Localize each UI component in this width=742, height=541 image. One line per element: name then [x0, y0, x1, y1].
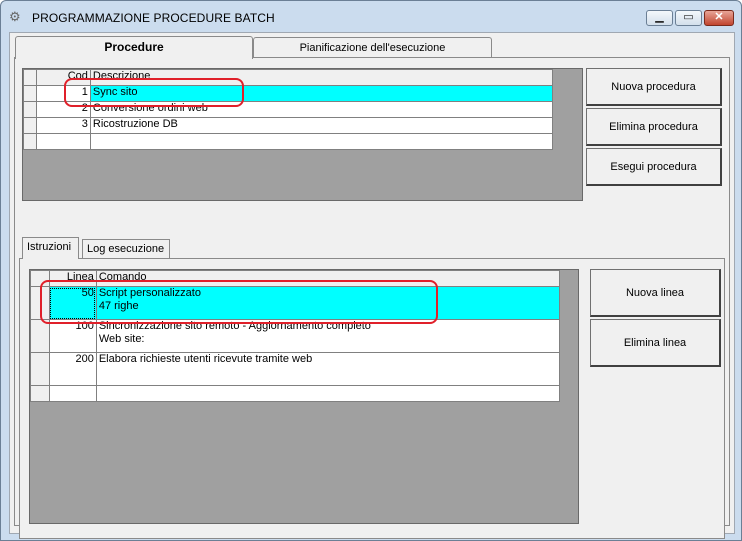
empty-cell[interactable] [95, 385, 561, 402]
instruction-row[interactable]: 200 Elabora richieste utenti ricevute tr… [30, 352, 561, 386]
run-procedure-label: Esegui procedura [610, 161, 697, 173]
instructions-grid[interactable]: Linea Comando 50 Script personalizzato 4… [29, 269, 579, 524]
instruction-comando-line1: Elabora richieste utenti ricevute tramit… [98, 353, 313, 366]
procedure-cod: 1 [35, 85, 91, 102]
delete-line-label: Elimina linea [623, 337, 687, 349]
instruction-linea: 50 [48, 286, 97, 320]
row-selector[interactable] [23, 85, 37, 102]
new-procedure-label: Nuova procedura [611, 81, 696, 93]
row-selector[interactable] [30, 385, 50, 402]
title-bar[interactable]: ⚙ PROGRAMMAZIONE PROCEDURE BATCH ▁ ▭ ✕ [1, 1, 741, 33]
instruction-linea: 100 [48, 319, 97, 353]
tab-istruzioni[interactable]: Istruzioni [22, 237, 79, 259]
instruction-comando-line2: 47 righe [98, 300, 139, 312]
column-header-linea[interactable]: Linea [48, 270, 97, 287]
tab-log-esecuzione[interactable]: Log esecuzione [82, 239, 170, 260]
close-button[interactable]: ✕ [704, 10, 734, 26]
procedure-row[interactable]: 2 Conversione ordini web [23, 101, 554, 118]
procedure-cod: 3 [35, 117, 91, 134]
instruction-comando-line1: Sincronizzazione sito remoto - Aggiornam… [98, 320, 371, 333]
row-header-corner [23, 69, 37, 86]
procedure-row[interactable]: 3 Ricostruzione DB [23, 117, 554, 134]
procedure-descrizione[interactable]: Conversione ordini web [89, 101, 554, 118]
procedure-descrizione[interactable]: Ricostruzione DB [89, 117, 554, 134]
row-selector[interactable] [30, 319, 50, 353]
new-procedure-button[interactable]: Nuova procedura [586, 68, 722, 106]
row-header-corner [30, 270, 50, 287]
procedure-row-empty[interactable] [23, 133, 554, 150]
procedures-header-row: Cod Descrizione [23, 69, 554, 86]
window-title: PROGRAMMAZIONE PROCEDURE BATCH [32, 11, 275, 25]
maximize-button[interactable]: ▭ [675, 10, 702, 26]
row-selector[interactable] [30, 352, 50, 386]
column-header-comando[interactable]: Comando [95, 270, 561, 287]
instruction-comando[interactable]: Script personalizzato 47 righe [95, 286, 561, 320]
column-header-descrizione[interactable]: Descrizione [89, 69, 554, 86]
instruction-comando[interactable]: Elabora richieste utenti ricevute tramit… [95, 352, 561, 386]
instruction-row[interactable]: 50 Script personalizzato 47 righe [30, 286, 561, 320]
row-selector[interactable] [23, 117, 37, 134]
empty-cell[interactable] [48, 385, 97, 402]
instruction-linea: 200 [48, 352, 97, 386]
instruction-row[interactable]: 100 Sincronizzazione sito remoto - Aggio… [30, 319, 561, 353]
instructions-header-row: Linea Comando [30, 270, 561, 287]
empty-cell[interactable] [35, 133, 91, 150]
tab-pianificazione[interactable]: Pianificazione dell'esecuzione [253, 37, 492, 59]
procedure-panel: Cod Descrizione 1 Sync sito 2 Conversion… [14, 57, 730, 539]
new-line-button[interactable]: Nuova linea [590, 269, 721, 317]
row-selector[interactable] [23, 101, 37, 118]
instruction-comando[interactable]: Sincronizzazione sito remoto - Aggiornam… [95, 319, 561, 353]
procedures-grid[interactable]: Cod Descrizione 1 Sync sito 2 Conversion… [22, 68, 583, 201]
delete-procedure-button[interactable]: Elimina procedura [586, 108, 722, 146]
client-area: Procedure Pianificazione dell'esecuzione… [9, 32, 735, 539]
istruzioni-panel: Linea Comando 50 Script personalizzato 4… [19, 258, 725, 539]
row-selector[interactable] [23, 133, 37, 150]
row-selector[interactable] [30, 286, 50, 320]
instruction-comando-line1: Script personalizzato [98, 287, 201, 300]
procedure-cod: 2 [35, 101, 91, 118]
instruction-row-empty[interactable] [30, 385, 561, 402]
new-line-label: Nuova linea [625, 287, 685, 299]
instruction-comando-line2: Web site: [98, 333, 145, 345]
procedure-descrizione[interactable]: Sync sito [89, 85, 554, 102]
tab-procedure[interactable]: Procedure [15, 36, 253, 59]
run-procedure-button[interactable]: Esegui procedura [586, 148, 722, 186]
procedure-row[interactable]: 1 Sync sito [23, 85, 554, 102]
minimize-button[interactable]: ▁ [646, 10, 673, 26]
delete-line-button[interactable]: Elimina linea [590, 319, 721, 367]
main-window: ⚙ PROGRAMMAZIONE PROCEDURE BATCH ▁ ▭ ✕ P… [0, 0, 742, 541]
empty-cell[interactable] [89, 133, 554, 150]
delete-procedure-label: Elimina procedura [609, 121, 698, 133]
app-icon: ⚙ [9, 9, 21, 24]
column-header-cod[interactable]: Cod [35, 69, 91, 86]
